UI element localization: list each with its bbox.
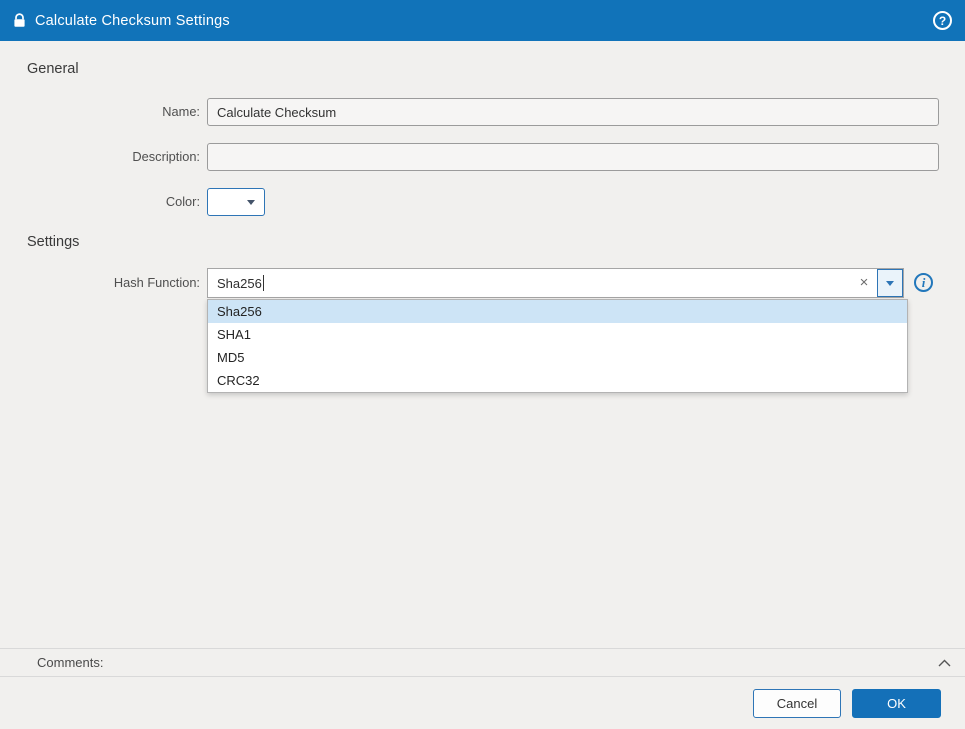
calculate-checksum-dialog: Calculate Checksum Settings ? General Na… [0,0,965,729]
dialog-title: Calculate Checksum Settings [35,12,230,29]
ok-button[interactable]: OK [852,688,941,718]
description-input[interactable] [207,143,939,171]
hash-function-input[interactable]: Sha256 [208,269,851,297]
general-section-heading: General [27,61,79,77]
clear-icon[interactable]: × [851,269,877,297]
chevron-down-icon [886,280,894,286]
comments-label: Comments: [37,655,104,670]
hash-dropdown-list: Sha256 SHA1 MD5 CRC32 [207,299,908,393]
dropdown-option[interactable]: MD5 [208,346,907,369]
comments-bar: Comments: [0,648,965,677]
color-label: Color: [165,194,200,209]
color-select[interactable] [207,188,265,216]
help-icon[interactable]: ? [933,11,952,30]
dropdown-option[interactable]: Sha256 [208,300,907,323]
cancel-button[interactable]: Cancel [753,688,841,718]
chevron-up-icon[interactable] [938,659,951,667]
name-label: Name: [162,104,200,119]
name-input[interactable] [207,98,939,126]
hash-dropdown-button[interactable] [877,269,903,297]
info-icon[interactable]: i [914,273,933,292]
hash-function-value: Sha256 [217,275,262,291]
hash-function-label: Hash Function: [113,275,200,290]
description-label: Description: [132,149,200,164]
hash-function-combobox: Sha256 × [207,268,904,298]
lock-icon [13,13,26,28]
dialog-footer: Cancel OK [0,677,965,729]
chevron-down-icon [247,199,255,205]
dropdown-option[interactable]: SHA1 [208,323,907,346]
dialog-titlebar: Calculate Checksum Settings ? [0,0,965,41]
settings-section-heading: Settings [27,234,80,250]
dropdown-option[interactable]: CRC32 [208,369,907,392]
text-cursor [262,275,264,291]
